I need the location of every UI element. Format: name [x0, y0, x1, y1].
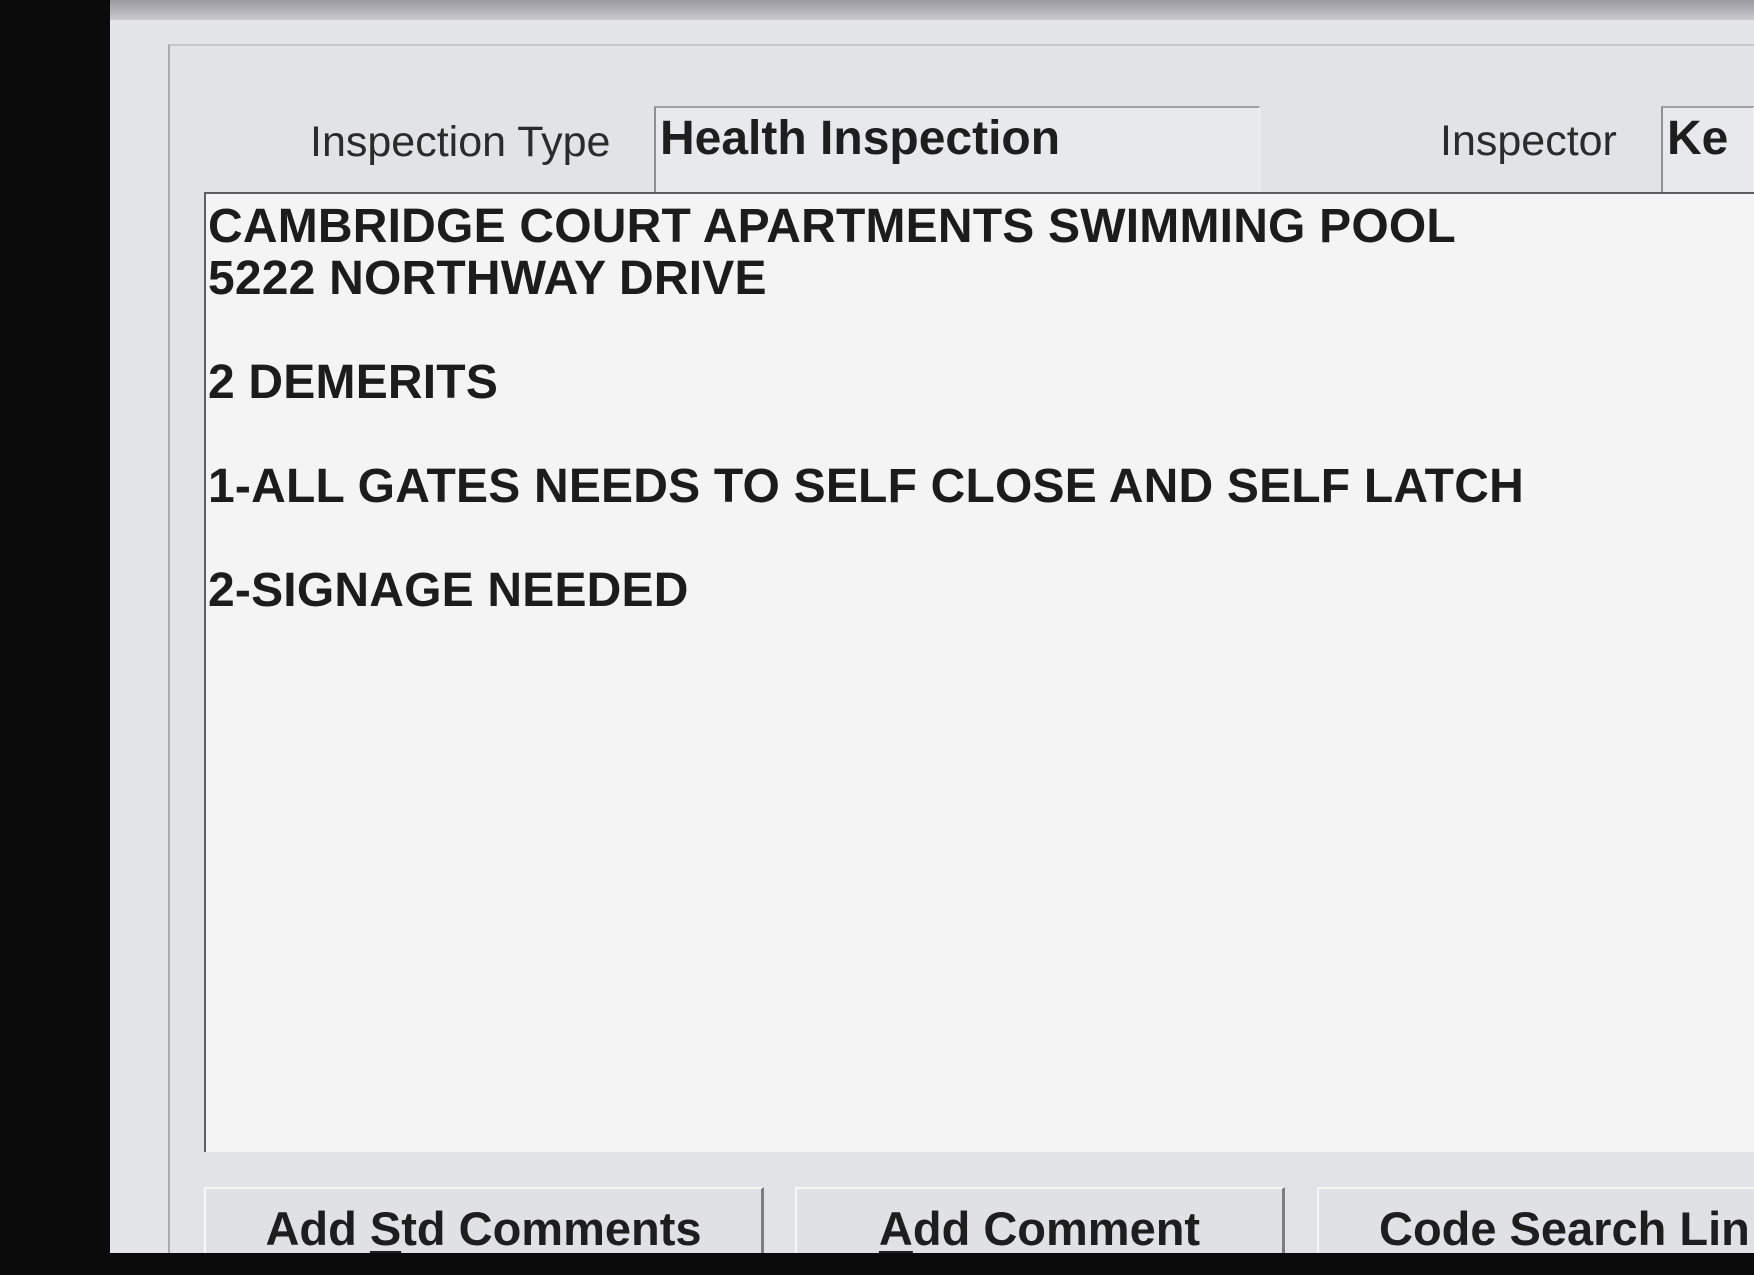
comments-textarea[interactable]: CAMBRIDGE COURT APARTMENTS SWIMMING POOL… [204, 192, 1754, 1152]
inspection-type-label: Inspection Type [310, 118, 611, 166]
inspector-field[interactable]: Ke [1661, 106, 1754, 196]
comment-line: 2 DEMERITS [208, 356, 499, 409]
comment-line: 2-SIGNAGE NEEDED [208, 564, 689, 617]
scan-border-bottom [0, 1253, 1754, 1275]
inspection-comment-window: Inspection Type Health Inspection Inspec… [110, 20, 1754, 1253]
comment-line: CAMBRIDGE COURT APARTMENTS SWIMMING POOL [208, 200, 1456, 253]
add-std-comments-label-post: td Comments [401, 1202, 702, 1253]
add-std-comments-mnemonic: S [369, 1202, 402, 1253]
code-search-link-button[interactable]: Code Search Lin [1317, 1187, 1754, 1253]
code-search-label: Code Search Lin [1379, 1202, 1750, 1253]
add-comment-label-post: dd Comment [912, 1202, 1201, 1253]
inspection-type-field[interactable]: Health Inspection [654, 106, 1260, 198]
comment-line: 5222 NORTHWAY DRIVE [208, 252, 767, 305]
add-comment-mnemonic: A [878, 1202, 913, 1253]
inspector-label: Inspector [1440, 117, 1617, 165]
add-std-comments-button[interactable]: Add Std Comments [204, 1187, 764, 1253]
comment-line: 1-ALL GATES NEEDS TO SELF CLOSE AND SELF… [208, 460, 1524, 513]
scan-border-left [0, 0, 110, 1275]
add-std-comments-label-pre: Add [265, 1202, 370, 1253]
add-comment-button[interactable]: Add Comment [795, 1187, 1285, 1253]
